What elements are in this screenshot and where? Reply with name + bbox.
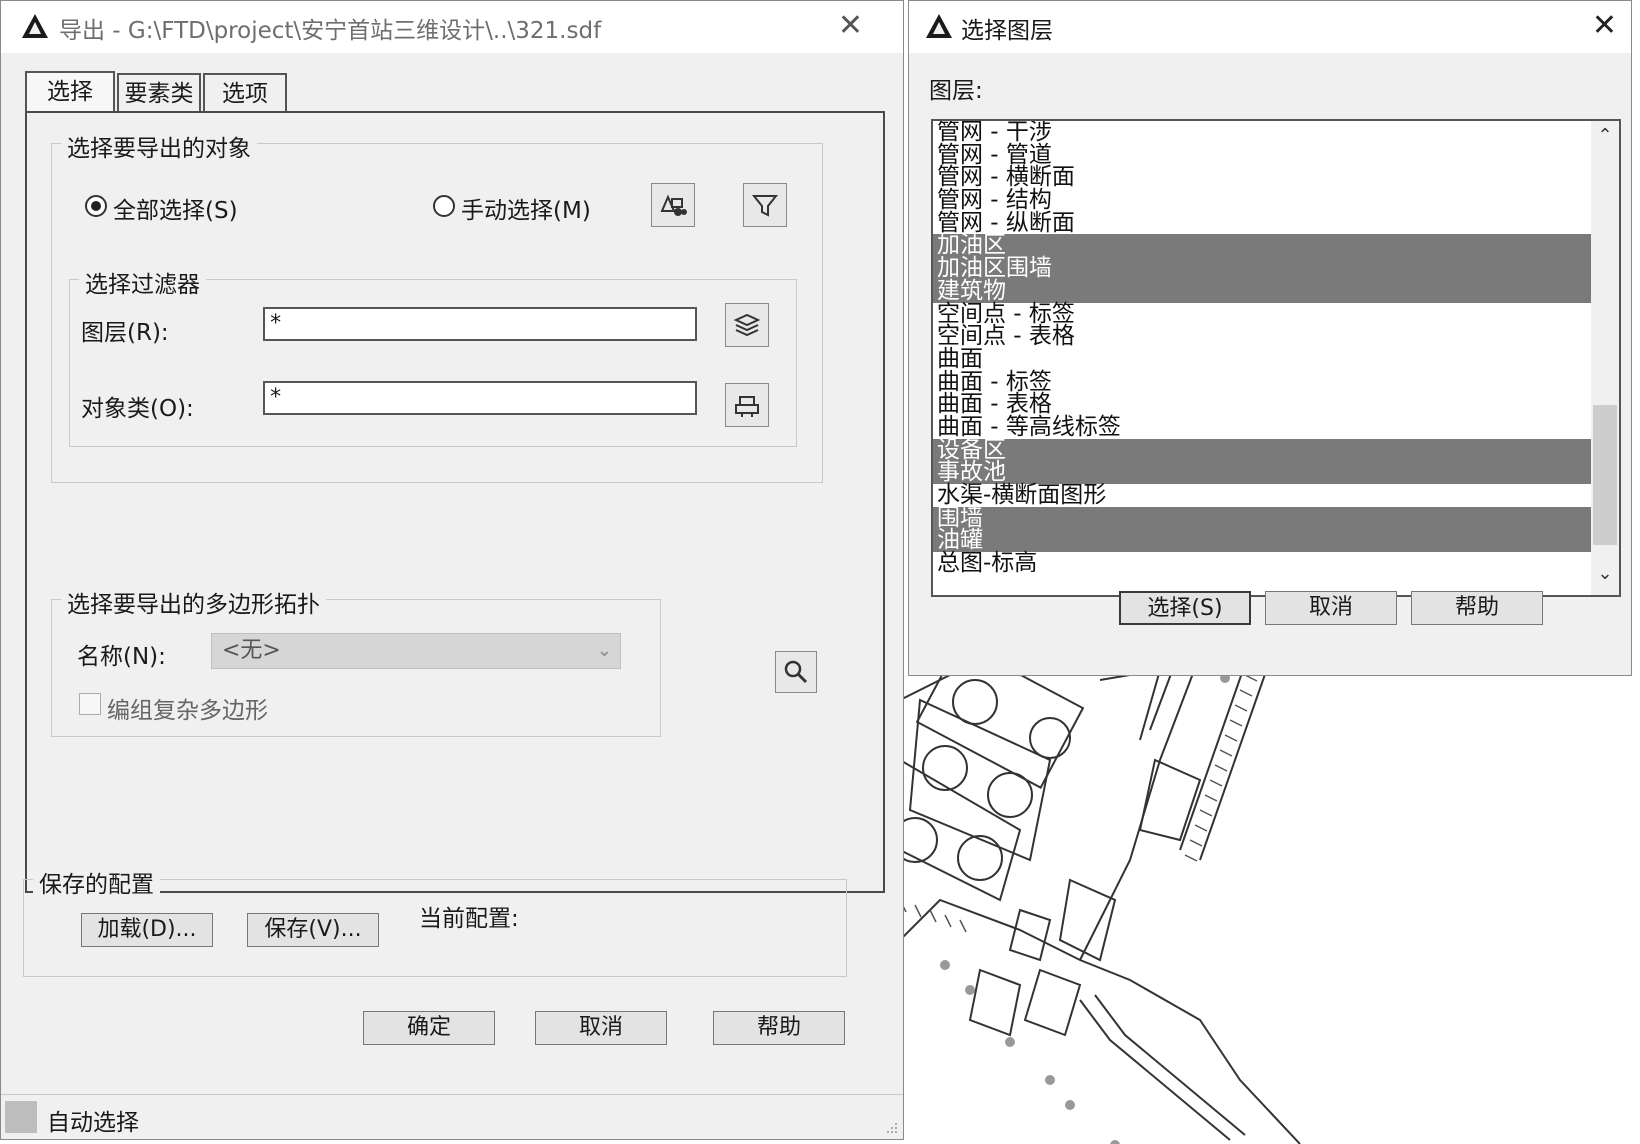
layer-list-item[interactable]: 管网 - 横断面 bbox=[933, 166, 1593, 189]
layer-list-item[interactable]: 曲面 - 表格 bbox=[933, 393, 1593, 416]
tab-options[interactable]: 选项 bbox=[203, 73, 287, 111]
object-class-picker-button[interactable] bbox=[725, 383, 769, 427]
layer-list-item[interactable]: 事故池 bbox=[933, 461, 1593, 484]
current-config-label: 当前配置: bbox=[419, 906, 519, 932]
select-objects-title: 选择要导出的对象 bbox=[61, 129, 257, 163]
load-config-button[interactable]: 加载(D)... bbox=[81, 913, 213, 947]
layers-label: 图层: bbox=[929, 78, 983, 104]
chevron-down-icon: ⌄ bbox=[596, 640, 612, 661]
radio-select-all[interactable] bbox=[85, 195, 107, 217]
quick-select-icon bbox=[660, 194, 687, 216]
layer-list-item[interactable]: 管网 - 干涉 bbox=[933, 121, 1593, 144]
layer-list-item[interactable]: 空间点 - 标签 bbox=[933, 302, 1593, 326]
layer-list-item[interactable]: 曲面 bbox=[933, 348, 1593, 371]
layer-list-item[interactable]: 曲面 - 标签 bbox=[933, 370, 1593, 394]
radio-manual-select-label[interactable]: 手动选择(M) bbox=[461, 191, 591, 225]
group-complex-polygons-checkbox[interactable] bbox=[79, 693, 101, 715]
autocad-logo-icon bbox=[926, 14, 952, 38]
funnel-icon bbox=[751, 195, 779, 217]
layer-list-item[interactable]: 管网 - 纵断面 bbox=[933, 211, 1593, 235]
layer-list: 管网 - 干涉 管网 - 管道 管网 - 横断面 管网 - 结构 管网 - 纵断面 加油区… bbox=[933, 121, 1593, 575]
close-icon[interactable]: ✕ bbox=[838, 9, 863, 43]
search-icon bbox=[784, 660, 808, 684]
layer-list-item[interactable]: 空间点 - 表格 bbox=[933, 325, 1593, 348]
help-button[interactable]: 帮助 bbox=[713, 1011, 845, 1045]
layer-cancel-button[interactable]: 取消 bbox=[1265, 591, 1397, 625]
layer-list-item[interactable]: 水渠-横断面图形 bbox=[933, 484, 1593, 507]
autocad-logo-icon bbox=[22, 14, 48, 38]
save-config-button[interactable]: 保存(V)... bbox=[247, 913, 379, 947]
select-layer-dialog: 选择图层 ✕ 图层: 管网 - 干涉 管网 - 管道 管网 - 横断面 管网 - 结构… bbox=[908, 0, 1632, 676]
layer-help-button[interactable]: 帮助 bbox=[1411, 591, 1543, 625]
status-indicator bbox=[5, 1101, 37, 1133]
search-topology-button[interactable] bbox=[775, 651, 817, 693]
export-titlebar[interactable]: 导出 - G:\FTD\project\安宁首站三维设计\..\321.sdf … bbox=[1, 1, 903, 53]
tab-feature-class[interactable]: 要素类 bbox=[117, 73, 201, 111]
saved-config-title: 保存的配置 bbox=[33, 865, 160, 899]
layer-list-item[interactable]: 管网 - 结构 bbox=[933, 189, 1593, 212]
export-dialog: 导出 - G:\FTD\project\安宁首站三维设计\..\321.sdf … bbox=[0, 0, 904, 1140]
tab-panel-select: 选择要导出的对象 全部选择(S) 手动选择(M) 选择过滤器 图层(R): * bbox=[25, 111, 885, 893]
status-text: 自动选择 bbox=[47, 1110, 139, 1136]
topology-name-value: <无> bbox=[222, 638, 281, 663]
scroll-up-icon[interactable]: ⌃ bbox=[1591, 125, 1619, 153]
close-icon[interactable]: ✕ bbox=[1592, 9, 1617, 43]
layer-list-item[interactable]: 加油区 bbox=[933, 234, 1593, 258]
layer-dialog-title: 选择图层 bbox=[961, 18, 1053, 44]
layer-listbox[interactable]: 管网 - 干涉 管网 - 管道 管网 - 横断面 管网 - 结构 管网 - 纵断面 加油区… bbox=[931, 119, 1621, 597]
tab-select[interactable]: 选择 bbox=[25, 71, 115, 115]
group-complex-polygons-label: 编组复杂多边形 bbox=[107, 698, 268, 724]
scroll-down-icon[interactable]: ⌄ bbox=[1591, 563, 1619, 591]
layers-icon bbox=[733, 313, 761, 337]
layer-list-item[interactable]: 管网 - 管道 bbox=[933, 143, 1593, 167]
status-bar: 自动选择 bbox=[1, 1094, 903, 1139]
layer-list-item[interactable]: 曲面 - 等高线标签 bbox=[933, 416, 1593, 439]
resize-grip-icon[interactable] bbox=[885, 1121, 899, 1135]
polygon-topology-title: 选择要导出的多边形拓扑 bbox=[61, 585, 326, 619]
radio-manual-select[interactable] bbox=[433, 195, 455, 217]
filter-title: 选择过滤器 bbox=[79, 265, 206, 299]
layer-filter-input[interactable]: * bbox=[263, 307, 697, 341]
layer-list-item[interactable]: 围墙 bbox=[933, 506, 1593, 530]
object-class-label: 对象类(O): bbox=[81, 396, 194, 422]
ok-button[interactable]: 确定 bbox=[363, 1011, 495, 1045]
radio-select-all-label[interactable]: 全部选择(S) bbox=[113, 191, 238, 225]
filter-button[interactable] bbox=[743, 183, 787, 227]
layer-titlebar[interactable]: 选择图层 ✕ bbox=[909, 1, 1631, 53]
layer-list-item[interactable]: 油罐 bbox=[933, 529, 1593, 553]
layer-list-item[interactable]: 建筑物 bbox=[933, 279, 1593, 303]
cad-drawing-background bbox=[900, 641, 1309, 1144]
layer-list-item[interactable]: 设备区 bbox=[933, 438, 1593, 462]
export-title: 导出 - G:\FTD\project\安宁首站三维设计\..\321.sdf bbox=[59, 18, 602, 44]
quick-select-button[interactable] bbox=[651, 183, 695, 227]
cancel-button[interactable]: 取消 bbox=[535, 1011, 667, 1045]
layer-list-item[interactable]: 总图-标高 bbox=[933, 552, 1593, 575]
name-label: 名称(N): bbox=[77, 644, 166, 670]
scrollbar-thumb[interactable] bbox=[1593, 405, 1617, 545]
layer-list-item[interactable]: 加油区围墙 bbox=[933, 257, 1593, 280]
layer-picker-button[interactable] bbox=[725, 303, 769, 347]
object-class-icon bbox=[735, 396, 759, 417]
topology-name-select[interactable]: <无> ⌄ bbox=[211, 633, 621, 669]
select-layers-button[interactable]: 选择(S) bbox=[1119, 591, 1251, 625]
object-class-input[interactable]: * bbox=[263, 381, 697, 415]
listbox-scrollbar[interactable]: ⌃ ⌄ bbox=[1591, 121, 1619, 595]
layer-label: 图层(R): bbox=[81, 320, 169, 346]
